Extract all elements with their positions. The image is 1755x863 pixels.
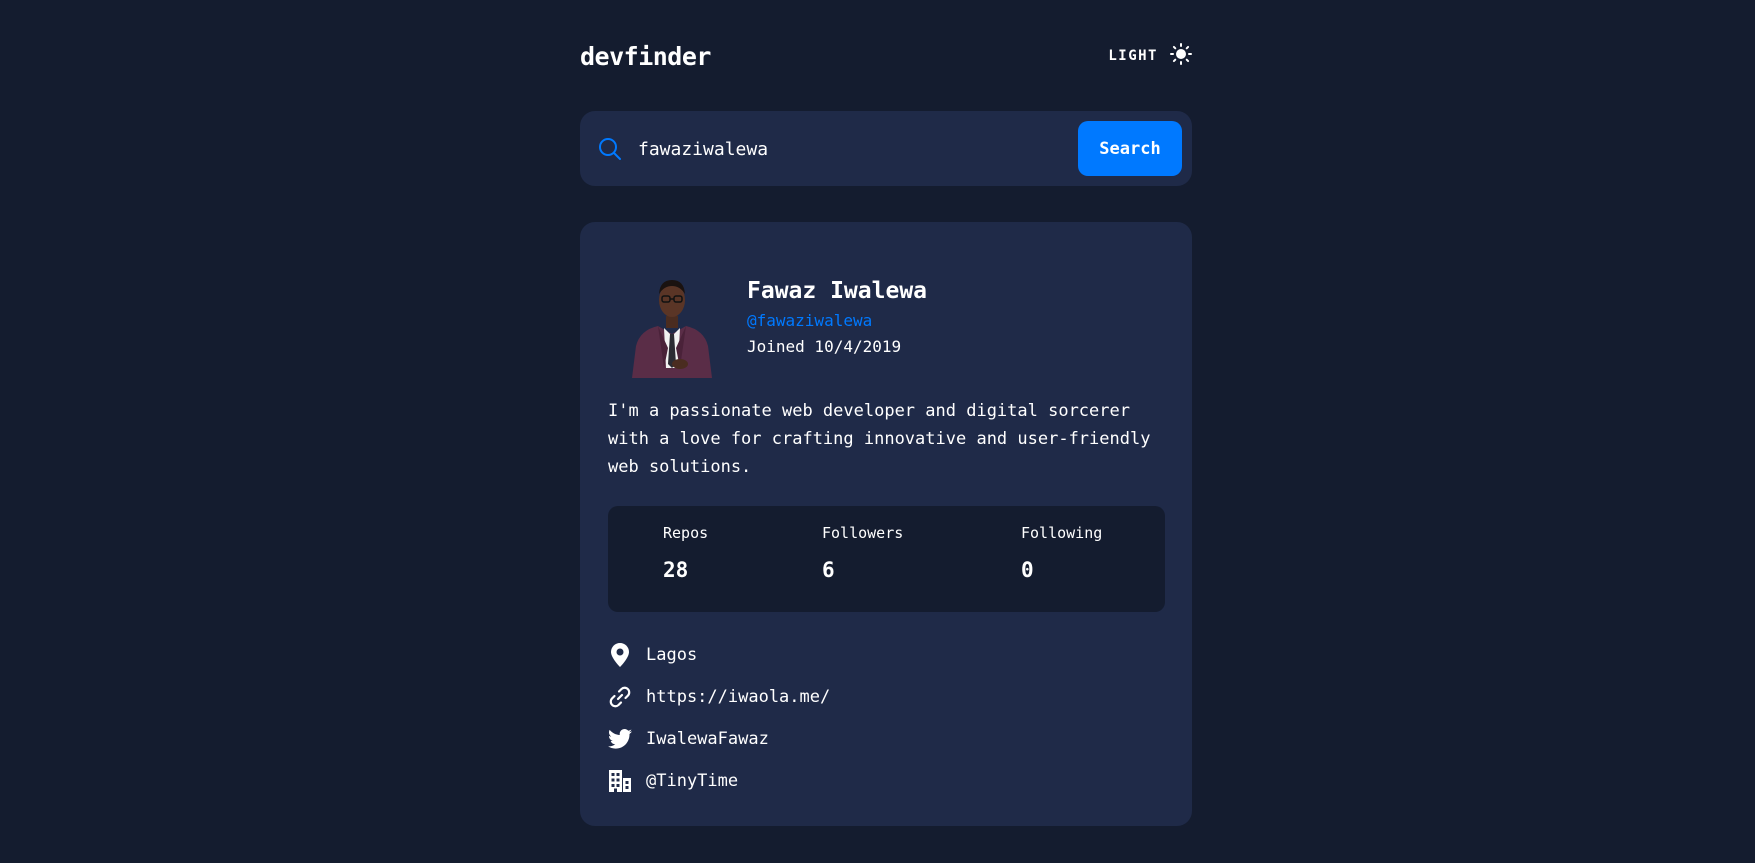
website-link[interactable]: https://iwaola.me/ — [646, 687, 830, 707]
stat-value: 6 — [822, 558, 835, 582]
location-pin-icon — [608, 643, 632, 667]
link-website[interactable]: https://iwaola.me/ — [608, 676, 830, 718]
stat-value: 0 — [1021, 558, 1034, 582]
profile-links: Lagos https://iwaola.me/ IwalewaFawaz @T… — [608, 634, 830, 802]
theme-toggle[interactable]: LIGHT — [1108, 43, 1192, 69]
profile-name: Fawaz Iwalewa — [747, 278, 928, 304]
stat-followers: Followers 6 — [822, 524, 903, 582]
sun-icon[interactable] — [1170, 43, 1192, 69]
profile-card: Fawaz Iwalewa @fawaziwalewa Joined 10/4/… — [580, 222, 1192, 826]
header: devfinder LIGHT — [580, 40, 1192, 72]
twitter-handle[interactable]: IwalewaFawaz — [646, 729, 769, 749]
avatar — [622, 268, 722, 378]
stats-panel: Repos 28 Followers 6 Following 0 — [608, 506, 1165, 612]
stat-following: Following 0 — [1021, 524, 1102, 582]
link-company: @TinyTime — [608, 760, 830, 802]
search-button[interactable]: Search — [1078, 121, 1182, 176]
location-text: Lagos — [646, 645, 698, 665]
profile-login-link[interactable]: @fawaziwalewa — [747, 311, 872, 330]
company-text: @TinyTime — [646, 771, 739, 791]
stat-label: Following — [1021, 524, 1103, 542]
stat-value: 28 — [663, 558, 689, 582]
building-icon — [608, 769, 632, 793]
logo: devfinder — [580, 41, 711, 71]
twitter-icon — [608, 727, 632, 751]
stat-label: Repos — [663, 524, 709, 542]
search-bar: Search — [580, 111, 1192, 186]
search-input[interactable] — [636, 133, 1056, 165]
stat-label: Followers — [822, 524, 904, 542]
profile-bio: I'm a passionate web developer and digit… — [608, 401, 1151, 477]
link-icon — [608, 685, 632, 709]
search-icon — [598, 137, 622, 161]
theme-toggle-label[interactable]: LIGHT — [1108, 48, 1158, 64]
link-twitter[interactable]: IwalewaFawaz — [608, 718, 830, 760]
stat-repos: Repos 28 — [663, 524, 708, 582]
profile-joined-date: Joined 10/4/2019 — [747, 337, 902, 356]
link-location: Lagos — [608, 634, 830, 676]
